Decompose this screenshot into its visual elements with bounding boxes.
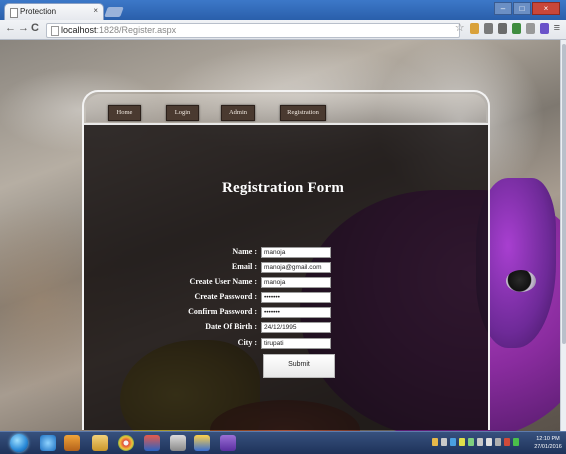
confirm-password-label: Confirm Password : xyxy=(188,307,257,316)
extension-icon[interactable] xyxy=(483,23,493,34)
email-label: Email : xyxy=(231,262,257,271)
url-host: localhost xyxy=(61,25,97,35)
app-icon[interactable] xyxy=(144,435,160,451)
back-button[interactable]: ← xyxy=(5,22,16,34)
screen: Protection × – □ × ← → C localhost:1828/… xyxy=(0,0,566,454)
name-input[interactable]: manoja xyxy=(261,247,331,258)
taskbar-clock[interactable]: 12:10 PM 27/01/2016 xyxy=(532,435,564,451)
flag-icon[interactable] xyxy=(486,438,492,446)
page-icon xyxy=(51,26,59,36)
volume-icon[interactable] xyxy=(495,438,501,446)
nav-registration-link[interactable]: Registration xyxy=(280,105,326,121)
city-input[interactable]: tirupati xyxy=(261,338,331,349)
extension-icon[interactable] xyxy=(511,23,521,34)
address-toolbar: ← → C localhost:1828/Register.aspx ☆ ≡ xyxy=(0,20,566,40)
password-label: Create Password : xyxy=(194,292,257,301)
windows-taskbar: 12:10 PM 27/01/2016 xyxy=(0,431,566,454)
url-input[interactable]: localhost:1828/Register.aspx xyxy=(46,23,460,38)
forward-button[interactable]: → xyxy=(18,22,29,34)
username-label: Create User Name : xyxy=(189,277,257,286)
app-icon[interactable] xyxy=(170,435,186,451)
browser-tab[interactable]: Protection × xyxy=(4,3,104,20)
minimize-button[interactable]: – xyxy=(494,2,512,15)
confirm-password-input[interactable]: ••••••• xyxy=(261,307,331,318)
tray-icon[interactable] xyxy=(513,438,519,446)
submit-button[interactable]: Submit xyxy=(263,354,335,378)
browser-tab-bar: Protection × – □ × xyxy=(0,0,566,20)
password-input[interactable]: ••••••• xyxy=(261,292,331,303)
email-input[interactable]: manoja@gmail.com xyxy=(261,262,331,273)
media-player-icon[interactable] xyxy=(64,435,80,451)
tab-close-icon[interactable]: × xyxy=(93,6,98,15)
maximize-button[interactable]: □ xyxy=(513,2,531,15)
file-explorer-icon[interactable] xyxy=(92,435,108,451)
extension-icons: ☆ ≡ xyxy=(455,23,560,34)
reload-button[interactable]: C xyxy=(31,22,39,34)
nav-home-link[interactable]: Home xyxy=(108,105,141,121)
new-tab-button[interactable] xyxy=(104,7,124,17)
tray-icon[interactable] xyxy=(504,438,510,446)
clock-date: 27/01/2016 xyxy=(534,444,562,450)
close-window-button[interactable]: × xyxy=(532,2,560,15)
nav-admin-link[interactable]: Admin xyxy=(221,105,255,121)
tray-icon[interactable] xyxy=(459,438,465,446)
site-nav: Home Login Admin Registration xyxy=(86,94,486,122)
form-title: Registration Form xyxy=(221,180,345,196)
extension-icon[interactable] xyxy=(497,23,507,34)
url-path: :1828/Register.aspx xyxy=(96,25,177,35)
background-fish-eye xyxy=(506,270,536,292)
menu-icon[interactable]: ≡ xyxy=(554,23,560,34)
tray-icon[interactable] xyxy=(450,438,456,446)
page-scrollbar[interactable] xyxy=(560,40,566,431)
network-icon[interactable] xyxy=(477,438,483,446)
tray-icon[interactable] xyxy=(468,438,474,446)
date-of-birth-input[interactable]: 24/12/1995 xyxy=(261,322,331,333)
username-input[interactable]: manoja xyxy=(261,277,331,288)
city-label: City : xyxy=(237,338,257,347)
visual-studio-icon[interactable] xyxy=(220,435,236,451)
extension-icon[interactable] xyxy=(469,23,479,34)
tray-icon[interactable] xyxy=(441,438,447,446)
ie-icon[interactable] xyxy=(40,435,56,451)
start-button[interactable] xyxy=(10,434,28,452)
nav-login-link[interactable]: Login xyxy=(166,105,199,121)
name-label: Name : xyxy=(232,247,257,256)
extension-icon[interactable] xyxy=(525,23,535,34)
app-icon[interactable] xyxy=(194,435,210,451)
tray-icon[interactable] xyxy=(432,438,438,446)
site-panel: Home Login Admin Registration xyxy=(82,90,490,430)
star-icon[interactable]: ☆ xyxy=(455,23,465,34)
page-favicon-icon xyxy=(10,8,18,18)
chrome-icon[interactable] xyxy=(118,435,134,451)
system-tray xyxy=(432,438,519,446)
tab-title: Protection xyxy=(20,7,57,16)
extension-icon[interactable] xyxy=(539,23,549,34)
window-controls: – □ × xyxy=(494,2,560,16)
date-of-birth-label: Date Of Birth : xyxy=(205,322,257,331)
url-text: localhost:1828/Register.aspx xyxy=(61,24,176,37)
clock-time: 12:10 PM xyxy=(536,436,560,442)
